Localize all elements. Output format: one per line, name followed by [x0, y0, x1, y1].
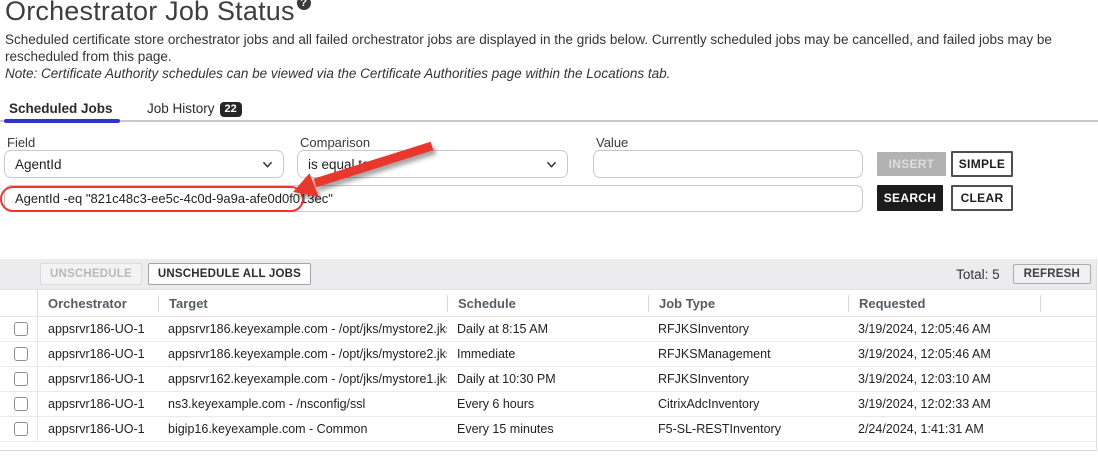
tab-job-history[interactable]: Job History22	[147, 96, 242, 117]
cell-requested: 3/19/2024, 12:05:46 AM	[848, 322, 1040, 336]
chevron-down-icon	[262, 159, 273, 170]
header-checkbox-column	[0, 290, 38, 316]
total-count: Total: 5	[956, 267, 1000, 282]
cell-requested: 3/19/2024, 12:05:46 AM	[848, 347, 1040, 361]
cell-orchestrator: appsrvr186-UO-1	[38, 397, 158, 411]
cell-orchestrator: appsrvr186-UO-1	[38, 372, 158, 386]
unschedule-button: UNSCHEDULE	[40, 263, 142, 285]
cell-requested: 2/24/2024, 1:41:31 AM	[848, 422, 1040, 436]
cell-requested: 3/19/2024, 12:03:10 AM	[848, 372, 1040, 386]
cell-schedule: Every 15 minutes	[447, 422, 648, 436]
table-row: appsrvr186-UO-1 appsrvr186.keyexample.co…	[0, 317, 1096, 342]
cell-target: ns3.keyexample.com - /nsconfig/ssl	[158, 397, 447, 411]
row-checkbox[interactable]	[14, 347, 28, 361]
cell-job-type: RFJKSManagement	[648, 347, 848, 361]
insert-button: INSERT	[877, 152, 946, 176]
query-input[interactable]	[4, 185, 863, 212]
cell-target: appsrvr186.keyexample.com - /opt/jks/mys…	[158, 322, 447, 336]
clear-button[interactable]: CLEAR	[951, 185, 1013, 211]
row-checkbox[interactable]	[14, 422, 28, 436]
row-checkbox[interactable]	[14, 397, 28, 411]
cell-target: appsrvr186.keyexample.com - /opt/jks/mys…	[158, 347, 447, 361]
column-header-orchestrator[interactable]: Orchestrator	[38, 295, 158, 312]
column-header-schedule[interactable]: Schedule	[447, 295, 648, 312]
table-row: appsrvr186-UO-1 ns3.keyexample.com - /ns…	[0, 392, 1096, 417]
search-button[interactable]: SEARCH	[877, 185, 943, 211]
page-title: Orchestrator Job Status?	[5, 0, 311, 27]
field-label: Field	[7, 135, 35, 150]
cell-schedule: Daily at 8:15 AM	[447, 322, 648, 336]
job-history-count-badge: 22	[220, 102, 242, 117]
chevron-down-icon	[546, 159, 557, 170]
page-note: Note: Certificate Authority schedules ca…	[5, 66, 1083, 81]
help-icon[interactable]: ?	[297, 0, 311, 10]
grid-toolbar: UNSCHEDULE UNSCHEDULE ALL JOBS Total: 5 …	[0, 259, 1096, 290]
table-row: appsrvr186-UO-1 appsrvr186.keyexample.co…	[0, 342, 1096, 367]
cell-orchestrator: appsrvr186-UO-1	[38, 322, 158, 336]
cell-target: bigip16.keyexample.com - Common	[158, 422, 447, 436]
simple-button[interactable]: SIMPLE	[951, 151, 1013, 177]
value-label: Value	[596, 135, 628, 150]
cell-schedule: Daily at 10:30 PM	[447, 372, 648, 386]
cell-target: appsrvr162.keyexample.com - /opt/jks/mys…	[158, 372, 447, 386]
tab-bar: Scheduled Jobs Job History22	[0, 96, 1098, 122]
cell-requested: 3/19/2024, 12:02:33 AM	[848, 397, 1040, 411]
value-input[interactable]	[593, 150, 863, 178]
cell-orchestrator: appsrvr186-UO-1	[38, 422, 158, 436]
field-select[interactable]: AgentId	[4, 150, 284, 178]
scheduled-jobs-grid: UNSCHEDULE UNSCHEDULE ALL JOBS Total: 5 …	[0, 259, 1097, 451]
comparison-select[interactable]: is equal to	[297, 150, 568, 178]
table-header-row: Orchestrator Target Schedule Job Type Re…	[0, 290, 1096, 317]
cell-job-type: RFJKSInventory	[648, 322, 848, 336]
column-header-job-type[interactable]: Job Type	[648, 295, 848, 312]
page-description: Scheduled certificate store orchestrator…	[5, 31, 1083, 65]
unschedule-all-jobs-button[interactable]: UNSCHEDULE ALL JOBS	[148, 263, 311, 285]
cell-schedule: Immediate	[447, 347, 648, 361]
cell-job-type: RFJKSInventory	[648, 372, 848, 386]
row-checkbox[interactable]	[14, 322, 28, 336]
row-checkbox[interactable]	[14, 372, 28, 386]
cell-job-type: F5-SL-RESTInventory	[648, 422, 848, 436]
table-row: appsrvr186-UO-1 appsrvr162.keyexample.co…	[0, 367, 1096, 392]
cell-orchestrator: appsrvr186-UO-1	[38, 347, 158, 361]
refresh-button[interactable]: REFRESH	[1013, 264, 1091, 284]
column-header-target[interactable]: Target	[158, 295, 447, 312]
tab-scheduled-jobs[interactable]: Scheduled Jobs	[9, 96, 113, 116]
orchestrator-job-status-page: Orchestrator Job Status? Scheduled certi…	[0, 0, 1098, 457]
cell-job-type: CitrixAdcInventory	[648, 397, 848, 411]
comparison-label: Comparison	[300, 135, 370, 150]
cell-schedule: Every 6 hours	[447, 397, 648, 411]
column-header-requested[interactable]: Requested	[848, 295, 1040, 312]
table-row: appsrvr186-UO-1 bigip16.keyexample.com -…	[0, 417, 1096, 442]
